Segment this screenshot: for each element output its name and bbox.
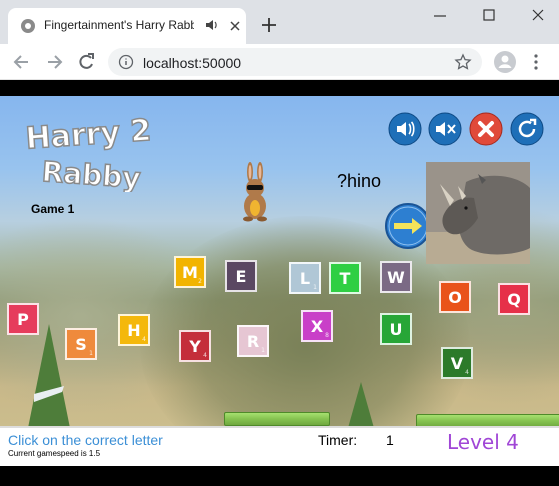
info-icon[interactable] bbox=[118, 54, 134, 70]
timer-label: Timer: bbox=[318, 432, 358, 448]
letterbox-bottom bbox=[0, 466, 559, 486]
favicon-icon bbox=[21, 19, 35, 33]
browser-tab[interactable]: Fingertainment's Harry Rabby 2 bbox=[8, 8, 246, 44]
svg-text:Harry 2: Harry 2 bbox=[24, 113, 152, 157]
volume-button[interactable] bbox=[388, 112, 422, 146]
browser-toolbar: localhost:50000 bbox=[0, 44, 559, 80]
url-text: localhost:50000 bbox=[143, 55, 242, 71]
forward-icon[interactable] bbox=[44, 52, 64, 72]
level-indicator: Level 4 bbox=[447, 430, 519, 454]
letter-tile-x[interactable]: X8 bbox=[301, 310, 333, 342]
quit-button[interactable] bbox=[469, 112, 503, 146]
grass-platform bbox=[224, 412, 330, 426]
next-arrow-button[interactable] bbox=[384, 202, 432, 250]
minimize-icon[interactable] bbox=[428, 6, 452, 26]
letter-tile-h[interactable]: H4 bbox=[118, 314, 150, 346]
pine-tree bbox=[28, 324, 70, 426]
tab-close-icon[interactable] bbox=[228, 19, 242, 33]
letter-tile-o[interactable]: O bbox=[439, 281, 471, 313]
letter-tile-m[interactable]: M2 bbox=[174, 256, 206, 288]
bookmark-star-icon[interactable] bbox=[454, 53, 472, 71]
game-logo: Harry 2 Rabby bbox=[24, 112, 153, 192]
maximize-icon[interactable] bbox=[477, 6, 501, 26]
gamespeed-text: Current gamespeed is 1.5 bbox=[8, 449, 101, 458]
back-icon[interactable] bbox=[12, 52, 32, 72]
mute-button[interactable] bbox=[428, 112, 462, 146]
harry-rabbit-character bbox=[243, 162, 267, 222]
letterbox-top bbox=[0, 80, 559, 96]
letter-tile-y[interactable]: Y4 bbox=[179, 330, 211, 362]
window-close-icon[interactable] bbox=[526, 6, 550, 26]
svg-text:Rabby: Rabby bbox=[41, 155, 142, 192]
game-canvas[interactable]: Harry 2 Rabby Game 1 ?hino M 2 E L 1 T W… bbox=[0, 96, 559, 426]
word-clue: ?hino bbox=[337, 171, 382, 191]
profile-avatar-icon[interactable] bbox=[494, 51, 516, 73]
reload-icon[interactable] bbox=[76, 52, 96, 72]
browser-menu-icon[interactable] bbox=[528, 53, 544, 71]
audio-playing-icon[interactable] bbox=[204, 17, 220, 33]
tab-strip: Fingertainment's Harry Rabby 2 bbox=[0, 0, 559, 44]
letter-tile-v[interactable]: V4 bbox=[441, 347, 473, 379]
grass-platform bbox=[416, 414, 559, 426]
letter-tile-e[interactable]: E bbox=[225, 260, 257, 292]
letter-tile-l[interactable]: L1 bbox=[289, 262, 321, 294]
letter-tile-r[interactable]: R1 bbox=[237, 325, 269, 357]
status-bar: Click on the correct letter Current game… bbox=[0, 426, 559, 466]
tab-title: Fingertainment's Harry Rabby 2 bbox=[44, 18, 194, 32]
restart-button[interactable] bbox=[510, 112, 544, 146]
game-number-label: Game 1 bbox=[31, 202, 75, 216]
pine-tree-small bbox=[348, 382, 374, 426]
address-bar[interactable]: localhost:50000 bbox=[108, 48, 482, 76]
instruction-text: Click on the correct letter bbox=[8, 432, 163, 448]
letter-tile-u[interactable]: U bbox=[380, 313, 412, 345]
new-tab-icon[interactable] bbox=[260, 16, 278, 34]
letter-tile-q[interactable]: Q bbox=[498, 283, 530, 315]
letter-tile-t[interactable]: T bbox=[329, 262, 361, 294]
rhino-picture bbox=[426, 162, 530, 264]
timer-value: 1 bbox=[386, 432, 394, 448]
letter-tile-w[interactable]: W bbox=[380, 261, 412, 293]
